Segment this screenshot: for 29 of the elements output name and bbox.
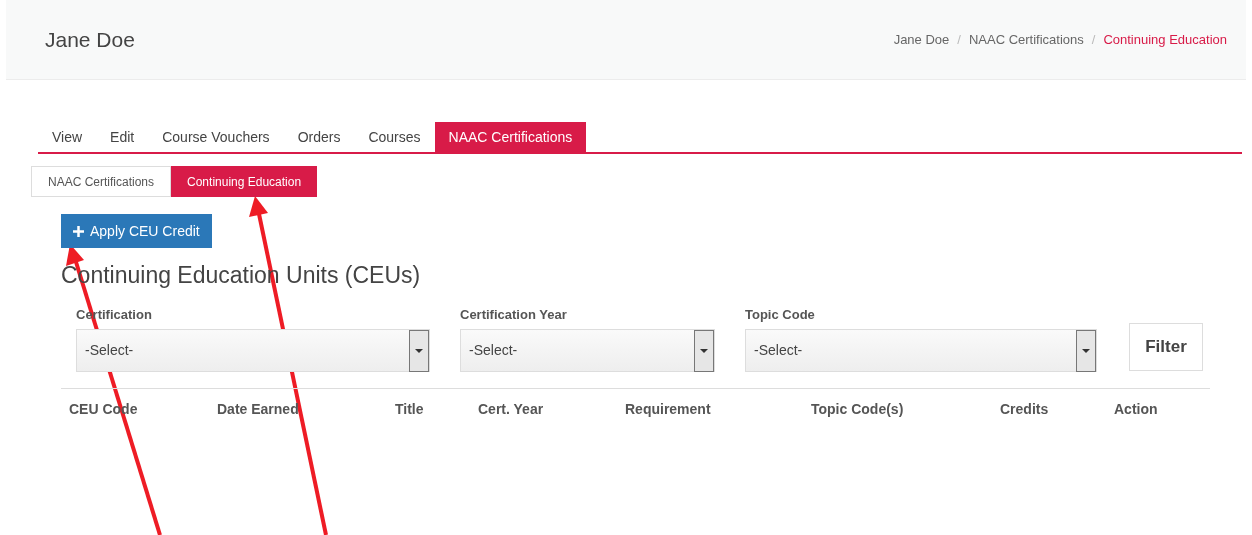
column-header: Requirement <box>625 400 712 419</box>
filter-label: Certification Year <box>460 305 568 324</box>
filter-button[interactable]: Filter <box>1129 323 1203 371</box>
select-field[interactable]: -Select- <box>76 329 430 372</box>
breadcrumb-link[interactable]: Jane Doe <box>893 29 950 50</box>
filter-label: Topic Code <box>745 305 816 324</box>
select-field[interactable]: -Select- <box>745 329 1097 372</box>
breadcrumb-separator: / <box>957 30 961 49</box>
column-header: Cert. Year <box>478 400 545 419</box>
column-header: Title <box>395 400 425 419</box>
tab[interactable]: Course Vouchers <box>148 122 284 152</box>
tab[interactable]: Orders <box>283 122 355 152</box>
plus-icon <box>73 225 84 237</box>
tab[interactable]: Courses <box>354 122 435 152</box>
apply-ceu-credit-button[interactable]: Apply CEU Credit <box>61 214 212 248</box>
subtab[interactable]: NAAC Certifications <box>31 166 172 197</box>
page-title: Jane Doe <box>45 26 135 53</box>
tab[interactable]: NAAC Certifications <box>434 122 587 152</box>
column-header: Credits <box>1000 400 1050 419</box>
subtab[interactable]: Continuing Education <box>171 166 318 197</box>
column-header: Topic Code(s) <box>811 400 905 419</box>
breadcrumb-link[interactable]: Continuing Education <box>1103 29 1227 50</box>
tab[interactable]: View <box>38 122 97 152</box>
breadcrumb-link[interactable]: NAAC Certifications <box>968 29 1084 50</box>
tab[interactable]: Edit <box>96 122 149 152</box>
select-field[interactable]: -Select- <box>460 329 715 372</box>
breadcrumb-separator: / <box>1091 30 1096 49</box>
column-header: Date Earned <box>217 400 300 419</box>
column-header: Action <box>1114 400 1159 419</box>
